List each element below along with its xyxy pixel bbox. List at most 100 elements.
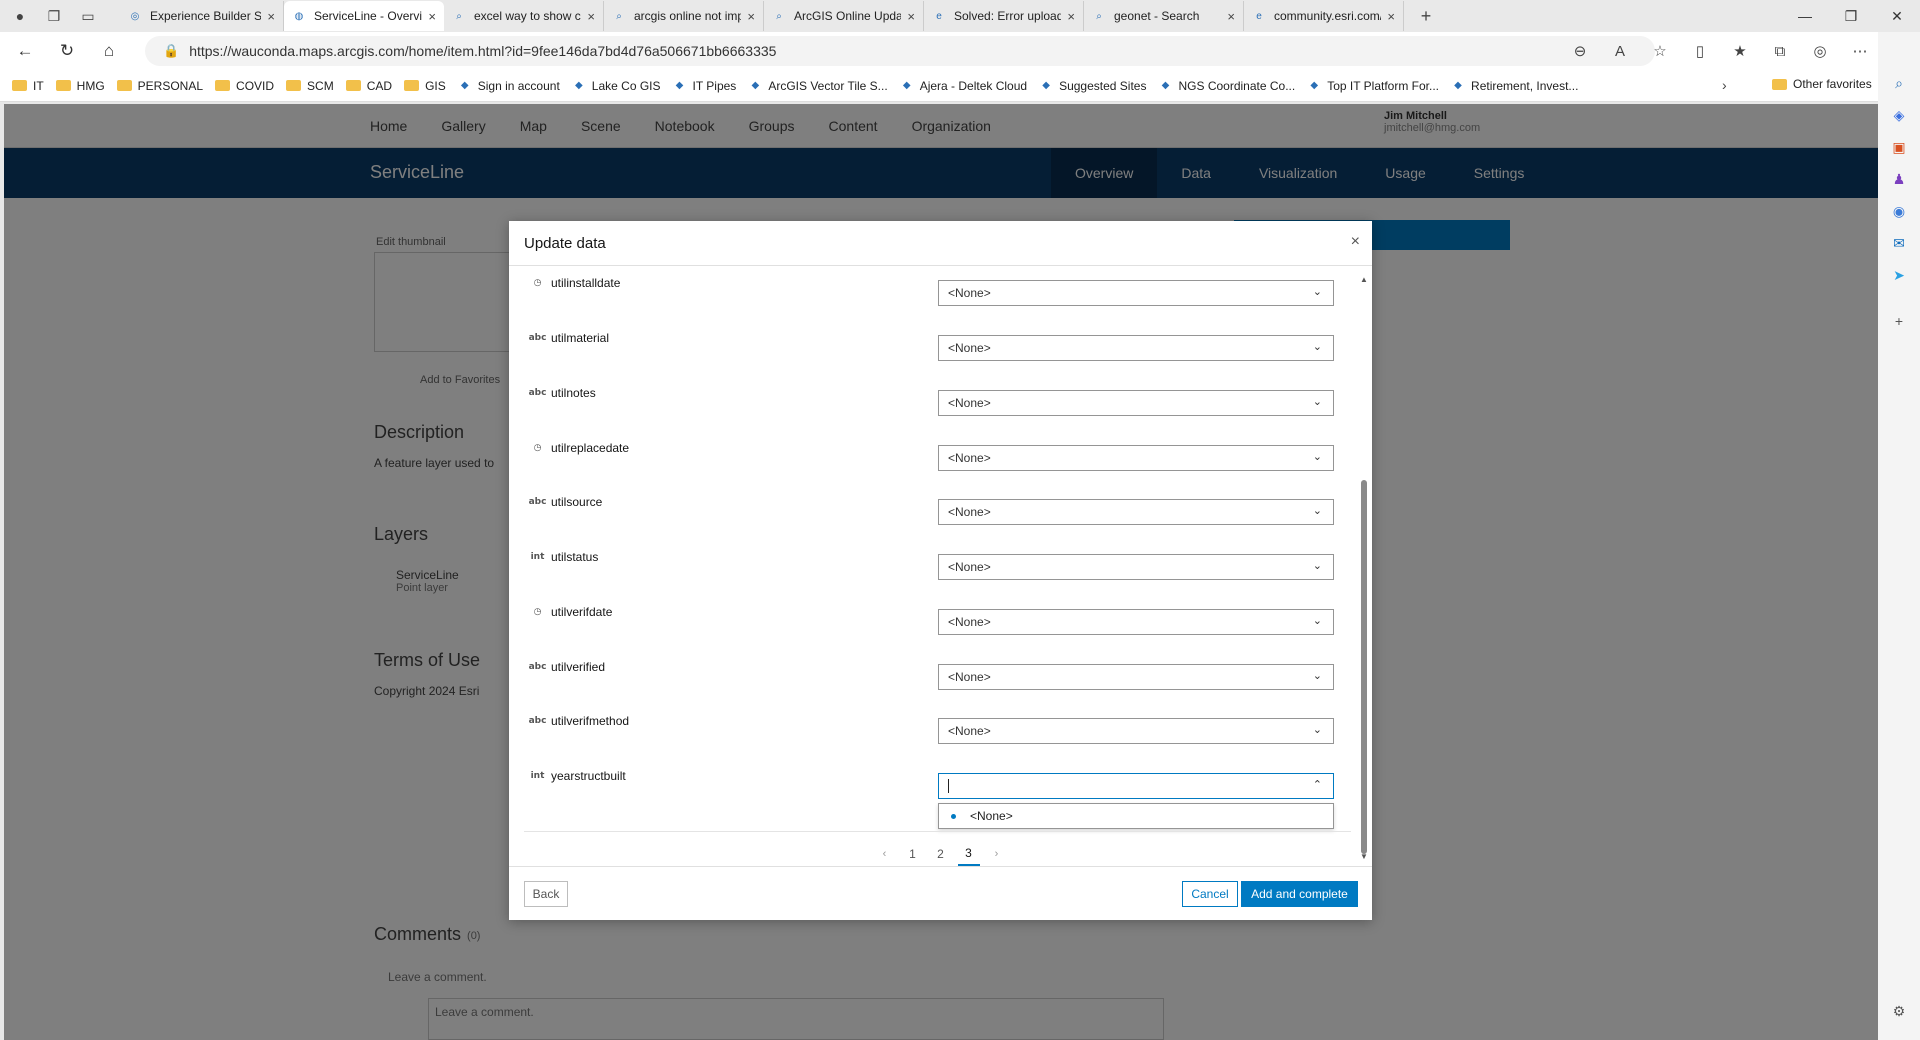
browser-tab[interactable]: ◎ Experience Builder Syster × [120, 1, 284, 31]
shopping-icon[interactable]: ◈ [1888, 104, 1910, 126]
profile-icon[interactable]: ● [6, 2, 34, 30]
scroll-thumb[interactable] [1361, 480, 1367, 854]
tab-close-icon[interactable]: × [1387, 9, 1395, 24]
refresh-icon[interactable]: ↻ [50, 34, 84, 68]
favorite-link[interactable]: ◆ Retirement, Invest... [1451, 79, 1578, 93]
tab-actions-icon[interactable]: ▭ [74, 2, 102, 30]
url-field[interactable]: 🔒 https://wauconda.maps.arcgis.com/home/… [145, 36, 1655, 66]
favorite-link[interactable]: ◆ NGS Coordinate Co... [1158, 78, 1296, 93]
send-icon[interactable]: ➤ [1888, 264, 1910, 286]
workspaces-icon[interactable]: ❐ [40, 2, 68, 30]
modal-scrollbar[interactable]: ▲ ▼ [1359, 275, 1369, 861]
scroll-up-icon[interactable]: ▲ [1360, 275, 1368, 284]
home-icon[interactable]: ⌂ [92, 34, 126, 68]
favorite-folder[interactable]: PERSONAL [116, 79, 203, 93]
tab-close-icon[interactable]: × [907, 9, 915, 24]
settings-gear-icon[interactable]: ⚙ [1888, 1000, 1910, 1022]
string-field-icon: abc [528, 716, 547, 726]
cancel-button[interactable]: Cancel [1182, 881, 1238, 907]
field-select[interactable]: <None> ⌄ [938, 390, 1334, 416]
favorite-link[interactable]: ◆ Lake Co GIS [572, 79, 661, 93]
field-select[interactable]: <None> ⌄ [938, 609, 1334, 635]
favorite-folder[interactable]: GIS [404, 79, 446, 93]
tab-close-icon[interactable]: × [587, 9, 595, 24]
more-menu-icon[interactable]: ⋯ [1840, 42, 1880, 60]
zoom-icon[interactable]: ⊖ [1560, 42, 1600, 60]
field-select[interactable]: <None> ⌄ [938, 335, 1334, 361]
tab-close-icon[interactable]: × [267, 9, 275, 24]
favorite-link[interactable]: ◆ ArcGIS Vector Tile S... [748, 79, 887, 93]
page-link[interactable]: 1 [902, 843, 924, 865]
field-select[interactable]: <None> ⌄ [938, 499, 1334, 525]
exb-icon: ◎ [130, 10, 140, 22]
favorite-link[interactable]: ◆ Suggested Sites [1039, 79, 1146, 93]
favorite-folder[interactable]: COVID [215, 79, 274, 93]
read-aloud-icon[interactable]: A [1600, 43, 1640, 60]
field-select[interactable]: <None> ⌄ [938, 554, 1334, 580]
tools-icon[interactable]: ▣ [1888, 136, 1910, 158]
back-button[interactable]: Back [524, 881, 568, 907]
favorite-folder[interactable]: IT [12, 79, 44, 93]
favorite-link[interactable]: ◆ Sign in account [458, 79, 560, 93]
browser-tab[interactable]: ⌕ arcgis online not importi × [604, 1, 764, 31]
field-name: utilmaterial [551, 331, 610, 345]
esri-icon: e [1256, 10, 1262, 22]
close-icon[interactable]: × [1351, 233, 1360, 251]
favorites-icon[interactable]: ★ [1720, 42, 1760, 60]
select-dropdown-option[interactable]: <None> [938, 803, 1334, 829]
games-icon[interactable]: ♟ [1888, 168, 1910, 190]
select-value: <None> [948, 724, 991, 738]
prev-page-icon[interactable]: ‹ [874, 843, 896, 865]
extensions-icon[interactable]: ◎ [1800, 42, 1840, 60]
close-window-button[interactable]: ✕ [1874, 0, 1920, 32]
browser-tab[interactable]: ⌕ geonet - Search × [1084, 1, 1244, 31]
browser-tab[interactable]: ⌕ ArcGIS Online Update Da × [764, 1, 924, 31]
favorite-link[interactable]: ◆ IT Pipes [673, 79, 737, 93]
page-link[interactable]: 2 [930, 843, 952, 865]
window-controls: — ❐ ✕ [1782, 0, 1920, 32]
folder-icon [345, 80, 361, 91]
favorite-folder[interactable]: CAD [345, 79, 392, 93]
favorite-label: IT [33, 78, 44, 93]
back-arrow-icon[interactable]: ← [8, 34, 42, 68]
restore-button[interactable]: ❐ [1828, 0, 1874, 32]
add-sidebar-icon[interactable]: + [1888, 310, 1910, 332]
browser-tab[interactable]: ◍ ServiceLine - Overview × [284, 1, 444, 31]
next-page-icon[interactable]: › [986, 843, 1008, 865]
new-tab-button[interactable]: + [1412, 6, 1440, 27]
browser-toolbar: ⊖ A ☆ ▯ ★ ⧉ ◎ ⋯ ◆ [1560, 32, 1920, 70]
field-select[interactable]: <None> ⌄ [938, 280, 1334, 306]
tab-close-icon[interactable]: × [1067, 9, 1075, 24]
favorite-link[interactable]: ◆ Top IT Platform For... [1307, 79, 1439, 93]
favorite-star-icon[interactable]: ☆ [1640, 42, 1680, 60]
outlook-icon[interactable]: ✉ [1888, 232, 1910, 254]
tab-close-icon[interactable]: × [1227, 9, 1235, 24]
favorite-label: NGS Coordinate Co... [1178, 78, 1296, 93]
other-favorites[interactable]: Other favorites [1772, 77, 1872, 91]
favorite-folder[interactable]: HMG [55, 79, 105, 93]
browser-tab[interactable]: e Solved: Error uploading t × [924, 1, 1084, 31]
favorite-label: ArcGIS Vector Tile S... [768, 78, 888, 93]
lock-icon[interactable]: 🔒 [163, 43, 179, 59]
field-select[interactable]: <None> ⌄ [938, 718, 1334, 744]
tab-close-icon[interactable]: × [747, 9, 755, 24]
folder-icon [116, 80, 132, 91]
search-icon[interactable]: ⌕ [1888, 72, 1910, 94]
collections-icon[interactable]: ⧉ [1760, 43, 1800, 60]
split-screen-icon[interactable]: ▯ [1680, 42, 1720, 60]
browser-tab[interactable]: ⌕ excel way to show colum × [444, 1, 604, 31]
chevron-down-icon: ⌄ [1312, 286, 1322, 298]
add-and-complete-button[interactable]: Add and complete [1241, 881, 1358, 907]
office-icon[interactable]: ◉ [1888, 200, 1910, 222]
favorite-link[interactable]: ◆ Ajera - Deltek Cloud [900, 79, 1027, 93]
minimize-button[interactable]: — [1782, 0, 1828, 32]
field-select[interactable]: <None> ⌄ [938, 664, 1334, 690]
favorite-folder[interactable]: SCM [286, 79, 334, 93]
favorite-label: GIS [425, 78, 446, 93]
chevron-right-icon[interactable]: › [1722, 77, 1727, 93]
browser-tab[interactable]: e community.esri.com/t5/f × [1244, 1, 1404, 31]
page-link-current[interactable]: 3 [957, 842, 980, 866]
field-select-open[interactable]: ⌃ [938, 773, 1334, 799]
tab-close-icon[interactable]: × [428, 9, 436, 24]
field-select[interactable]: <None> ⌄ [938, 445, 1334, 471]
